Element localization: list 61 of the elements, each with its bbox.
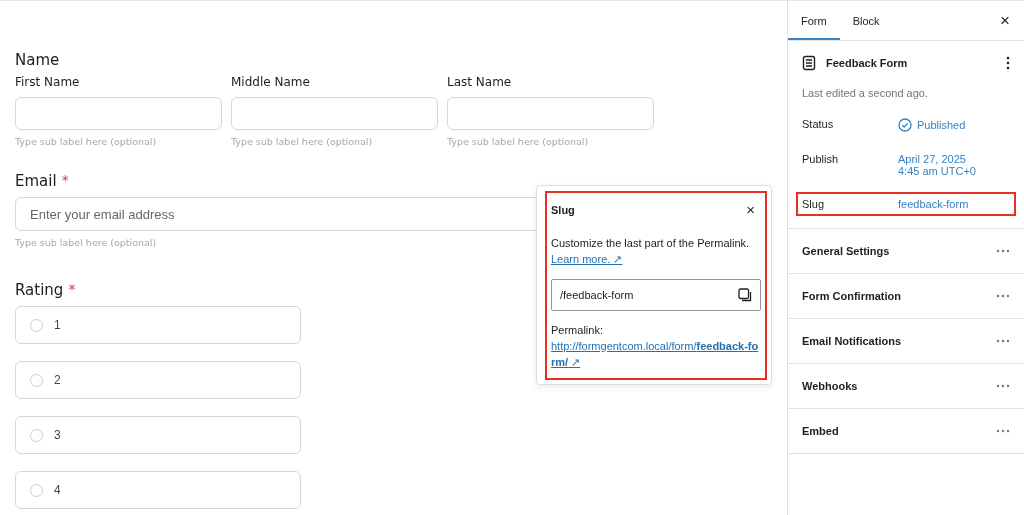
status-text: Published	[917, 119, 966, 131]
settings-section[interactable]: Webhooks	[788, 364, 1024, 409]
row-value-link[interactable]: April 27, 2025 4:45 am UTC+0	[898, 153, 976, 177]
radio-option[interactable]: 3	[15, 416, 301, 454]
section-title: Webhooks	[802, 380, 858, 392]
more-icon[interactable]	[996, 294, 1010, 298]
popover-title: Slug	[551, 203, 575, 216]
form-title: Feedback Form	[826, 57, 908, 69]
more-icon[interactable]	[996, 384, 1010, 388]
settings-section[interactable]: Embed	[788, 409, 1024, 454]
description-text: Customize the last part of the Permalink. Learn more. ↗	[551, 236, 751, 267]
input-field[interactable]	[447, 97, 654, 130]
permalink-link[interactable]: http://formgentcom.local/form/feedback-form/ ↗	[551, 338, 761, 370]
settings-section[interactable]: Form Confirmation	[788, 274, 1024, 319]
field-label: Rating	[15, 281, 64, 299]
settings-section[interactable]: Email Notifications	[788, 319, 1024, 364]
section-title: Email Notifications	[802, 335, 902, 347]
slug-field[interactable]: /feedback-form	[551, 279, 761, 311]
check-circle-icon	[898, 118, 912, 132]
close-button[interactable]: ×	[1000, 12, 1010, 29]
option-label: 4	[54, 483, 61, 497]
field-label: Last Name	[447, 75, 513, 89]
option-label: 1	[54, 318, 61, 332]
section-title: General Settings	[802, 245, 890, 257]
option-label: 2	[54, 373, 61, 387]
section-title: Embed	[802, 425, 839, 437]
section-title: Form Confirmation	[802, 290, 901, 302]
sublabel-hint: Type sub label here (optional)	[15, 136, 157, 147]
required-mark: *	[61, 172, 69, 190]
sublabel-hint: Type sub label here (optional)	[15, 237, 157, 248]
row-value-link[interactable]: feedback-form	[898, 198, 969, 210]
copy-icon[interactable]	[738, 288, 752, 302]
last-edited-text: Last edited a second ago.	[802, 87, 929, 99]
sublabel-hint: Type sub label here (optional)	[231, 136, 373, 147]
field-label: Middle Name	[231, 75, 311, 89]
row-label: Status	[802, 118, 835, 130]
input-field[interactable]	[231, 97, 438, 130]
radio-option[interactable]: 1	[15, 306, 301, 344]
tab[interactable]: Form	[788, 1, 840, 40]
field-label: Name	[15, 51, 60, 69]
more-icon[interactable]	[996, 429, 1010, 433]
learn-more-link[interactable]: Learn more. ↗	[551, 253, 623, 265]
sublabel-hint: Type sub label here (optional)	[447, 136, 589, 147]
row-label: Publish	[802, 153, 840, 165]
field-label: Email	[15, 172, 57, 190]
more-menu-icon[interactable]	[1006, 56, 1010, 70]
more-icon[interactable]	[996, 249, 1010, 253]
close-button[interactable]: ×	[740, 201, 761, 218]
option-label: 3	[54, 428, 61, 442]
input-field[interactable]	[15, 97, 222, 130]
settings-section[interactable]: General Settings	[788, 229, 1024, 274]
row-label: Slug	[802, 198, 826, 210]
document-icon	[802, 55, 816, 71]
field-label: First Name	[15, 75, 81, 89]
radio-option[interactable]: 2	[15, 361, 301, 399]
required-mark: *	[68, 281, 76, 299]
tab[interactable]: Block	[839, 1, 893, 40]
status-button[interactable]: Published	[898, 118, 966, 132]
radio-option[interactable]: 4	[15, 471, 301, 509]
permalink-label: Permalink:	[551, 323, 604, 338]
more-icon[interactable]	[996, 339, 1010, 343]
